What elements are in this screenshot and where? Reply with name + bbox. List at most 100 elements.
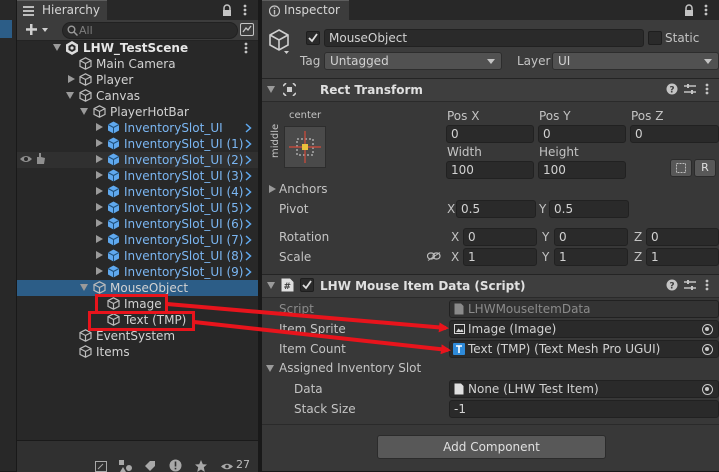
inspector-menu-icon[interactable] <box>704 4 708 16</box>
pos-y-input[interactable]: 0 <box>538 125 626 143</box>
tree-row-player[interactable]: Player <box>17 72 258 88</box>
fold-arrow-player-hot-bar[interactable] <box>80 108 88 115</box>
script-help-icon[interactable]: ? <box>666 279 678 291</box>
warning-icon[interactable] <box>169 459 182 472</box>
fold-arrow-inventory-slot-7[interactable] <box>96 235 103 243</box>
item-count-picker-icon[interactable] <box>702 344 713 355</box>
anchors-fold[interactable] <box>269 185 276 193</box>
tree-row-canvas[interactable]: Canvas <box>17 88 258 104</box>
add-component-button[interactable]: Add Component <box>377 435 606 459</box>
fold-arrow-mouse-object[interactable] <box>80 284 88 291</box>
help-icon[interactable]: ? <box>666 83 678 95</box>
fold-arrow-inventory-slot-5[interactable] <box>96 203 103 211</box>
tree-row-main-camera[interactable]: Main Camera <box>17 56 258 72</box>
prefab-open-chevron-icon[interactable] <box>245 187 252 197</box>
constrain-proportions-icon[interactable] <box>427 252 441 261</box>
layer-dropdown[interactable]: UI <box>552 52 719 70</box>
tree-row-text-tmp[interactable]: Text (TMP) <box>17 312 258 328</box>
prefab-open-chevron-icon[interactable] <box>245 139 252 149</box>
tree-row-event-system[interactable]: EventSystem <box>17 328 258 344</box>
tree-row-items[interactable]: Items <box>17 344 258 360</box>
fold-arrow-inventory-slot-2[interactable] <box>96 155 103 163</box>
tree-row-inventory-slot-9[interactable]: InventorySlot_UI (9) <box>17 264 258 280</box>
tab-inspector[interactable]: Inspector <box>262 0 349 21</box>
scale-z-input[interactable]: 1 <box>646 248 719 266</box>
fold-arrow-canvas[interactable] <box>66 92 74 99</box>
prefab-open-chevron-icon[interactable] <box>245 251 252 261</box>
pickable-hand-icon[interactable] <box>34 152 46 165</box>
label-tag-icon[interactable] <box>144 460 156 472</box>
tag-dropdown[interactable]: Untagged <box>324 52 502 70</box>
pivot-x-input[interactable]: 0.5 <box>456 200 536 218</box>
add-dropdown-icon[interactable] <box>26 24 50 36</box>
rect-transform-fold[interactable] <box>267 86 275 93</box>
pos-z-input[interactable]: 0 <box>630 125 719 143</box>
scene-menu-icon[interactable] <box>244 42 248 54</box>
anchor-presets-button[interactable] <box>284 126 326 168</box>
scene-fold-arrow[interactable] <box>53 44 61 51</box>
preset-sliders-icon[interactable] <box>684 83 696 95</box>
fold-arrow-player[interactable] <box>68 75 75 83</box>
prefab-open-chevron-icon[interactable] <box>245 203 252 213</box>
width-input[interactable]: 100 <box>446 161 534 179</box>
tree-row-image[interactable]: Image <box>17 296 258 312</box>
rot-y-input[interactable]: 0 <box>554 228 628 246</box>
rot-z-input[interactable]: 0 <box>646 228 719 246</box>
item-count-field[interactable]: Text (TMP) (Text Mesh Pro UGUI) <box>449 340 719 358</box>
pos-x-input[interactable]: 0 <box>446 125 534 143</box>
prefab-open-chevron-icon[interactable] <box>245 171 252 181</box>
kebab-menu-icon[interactable] <box>243 4 247 16</box>
prefab-open-chevron-icon[interactable] <box>245 235 252 245</box>
tree-row-inventory-slot-7[interactable]: InventorySlot_UI (7) <box>17 232 258 248</box>
fold-arrow-inventory-slot-6[interactable] <box>96 219 103 227</box>
rect-transform-header[interactable]: Rect Transform ? <box>262 78 719 102</box>
rot-x-input[interactable]: 0 <box>463 228 537 246</box>
fold-arrow-inventory-slot-8[interactable] <box>96 251 103 259</box>
tree-row-mouse-object[interactable]: MouseObject <box>17 280 258 296</box>
prefab-open-chevron-icon[interactable] <box>245 155 252 165</box>
data-field[interactable]: None (LHW Test Item) <box>449 380 719 398</box>
fold-arrow-inventory-slot-0[interactable] <box>96 123 103 131</box>
fold-arrow-inventory-slot-9[interactable] <box>96 267 103 275</box>
prefab-open-chevron-icon[interactable] <box>245 219 252 229</box>
script-preset-icon[interactable] <box>684 279 696 291</box>
script-fold[interactable] <box>267 282 275 289</box>
tree-row-inventory-slot-0[interactable]: InventorySlot_UI <box>17 120 258 136</box>
raw-edit-button[interactable]: R <box>694 159 716 177</box>
pivot-y-input[interactable]: 0.5 <box>549 200 629 218</box>
scene-lock-icon[interactable] <box>95 461 107 472</box>
component-menu-icon[interactable] <box>705 83 709 95</box>
item-sprite-picker-icon[interactable] <box>702 324 713 335</box>
tree-row-inventory-slot-5[interactable]: InventorySlot_UI (5) <box>17 200 258 216</box>
inspector-lock-icon[interactable] <box>684 4 694 16</box>
fold-arrow-inventory-slot-4[interactable] <box>96 187 103 195</box>
tree-row-inventory-slot-6[interactable]: InventorySlot_UI (6) <box>17 216 258 232</box>
tree-row-inventory-slot-4[interactable]: InventorySlot_UI (4) <box>17 184 258 200</box>
object-name-input[interactable]: MouseObject <box>324 29 644 47</box>
favorite-star-icon[interactable] <box>195 460 207 472</box>
script-menu-icon[interactable] <box>705 279 709 291</box>
tree-row-player-hot-bar[interactable]: PlayerHotBar <box>17 104 258 120</box>
stack-size-input[interactable]: -1 <box>449 400 719 418</box>
filter-type-icon[interactable] <box>119 460 133 472</box>
lock-icon[interactable] <box>222 4 232 16</box>
fold-arrow-inventory-slot-3[interactable] <box>96 171 103 179</box>
mouse-item-data-header[interactable]: # LHW Mouse Item Data (Script) ? <box>262 274 719 298</box>
scale-y-input[interactable]: 1 <box>554 248 628 266</box>
hierarchy-search-input[interactable]: All <box>62 22 238 39</box>
script-enabled-checkbox[interactable] <box>300 278 314 292</box>
tree-row-inventory-slot-3[interactable]: InventorySlot_UI (3) <box>17 168 258 184</box>
fold-arrow-inventory-slot-1[interactable] <box>96 139 103 147</box>
active-checkbox[interactable] <box>306 31 320 45</box>
static-checkbox[interactable] <box>648 31 662 45</box>
height-input[interactable]: 100 <box>538 161 626 179</box>
tab-hierarchy[interactable]: Hierarchy <box>17 0 107 21</box>
tree-row-inventory-slot-8[interactable]: InventorySlot_UI (8) <box>17 248 258 264</box>
tree-row-inventory-slot-2[interactable]: InventorySlot_UI (2) <box>17 152 258 168</box>
scene-visibility-icon[interactable] <box>240 23 254 36</box>
prefab-open-chevron-icon[interactable] <box>245 123 252 133</box>
prefab-open-chevron-icon[interactable] <box>245 267 252 277</box>
visibility-eye-icon[interactable] <box>19 154 33 164</box>
tree-row-inventory-slot-1[interactable]: InventorySlot_UI (1) <box>17 136 258 152</box>
scene-row[interactable]: LHW_TestScene <box>17 40 258 56</box>
